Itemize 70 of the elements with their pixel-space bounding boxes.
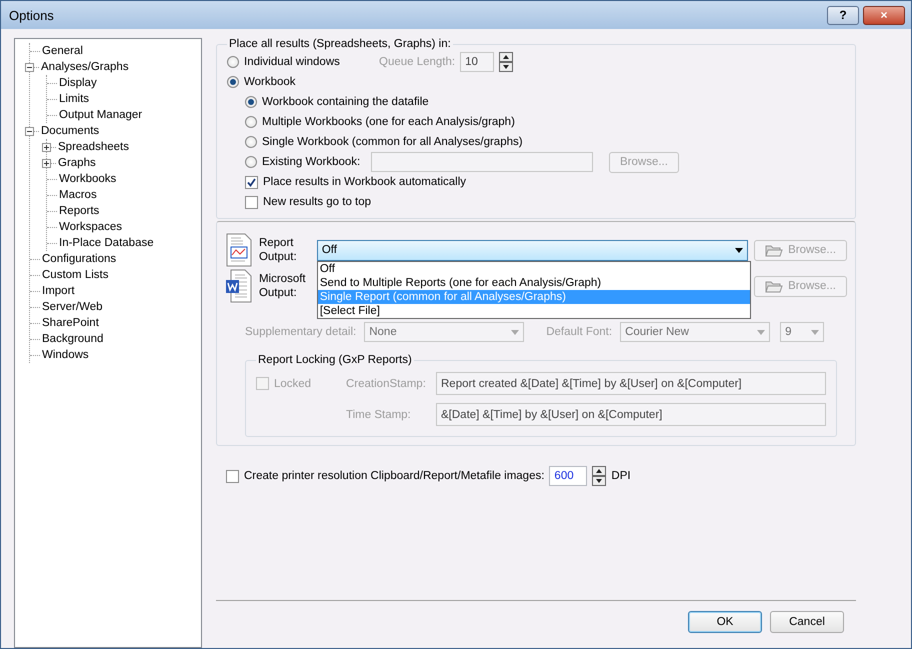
- word-output-label: Microsoft Output:: [258, 272, 307, 300]
- checkbox-label: Place results in Workbook automatically: [263, 176, 466, 188]
- queue-length-label: Queue Length:: [379, 56, 456, 68]
- caret-icon: [811, 330, 820, 334]
- checkbox[interactable]: [245, 176, 258, 188]
- caret-icon: [757, 330, 766, 334]
- caret-icon: [735, 248, 744, 252]
- tree-item[interactable]: Limits: [57, 93, 92, 105]
- group-title: Place all results (Spreadsheets, Graphs) in:: [228, 38, 452, 50]
- group-title: Report Locking (GxP Reports): [257, 354, 413, 366]
- checkbox-label: New results go to top: [263, 196, 372, 208]
- creation-stamp-label: CreationStamp:: [346, 378, 427, 390]
- tree-item[interactable]: Graphs: [56, 157, 98, 169]
- radio-label: Workbook: [244, 76, 296, 88]
- tree-item[interactable]: Custom Lists: [40, 269, 110, 281]
- radio-label: Single Workbook (common for all Analyses/graphs): [262, 136, 523, 148]
- radio-button[interactable]: [245, 96, 257, 108]
- folder-icon: [765, 279, 784, 293]
- radio-button[interactable]: [227, 56, 239, 68]
- radio-label: Existing Workbook:: [262, 156, 362, 168]
- radio-button[interactable]: [227, 76, 239, 88]
- checkbox[interactable]: [245, 196, 258, 208]
- tree-item[interactable]: Import: [40, 285, 77, 297]
- checkbox-label: Locked: [274, 378, 312, 390]
- tree-item[interactable]: Server/Web: [40, 301, 105, 313]
- dropdown-option[interactable]: Send to Multiple Reports (one for each Analysis/Graph): [318, 276, 750, 290]
- word-document-icon: [225, 269, 253, 303]
- tree-item[interactable]: Output Manager: [57, 109, 144, 121]
- tree-item[interactable]: General: [40, 45, 85, 57]
- cancel-button[interactable]: Cancel: [770, 611, 844, 633]
- tree-item[interactable]: Analyses/Graphs: [39, 61, 131, 73]
- dropdown-option[interactable]: Off: [318, 262, 750, 276]
- tree-item[interactable]: Windows: [40, 349, 91, 361]
- collapse-toggle-icon[interactable]: [25, 126, 34, 136]
- radio-button[interactable]: [245, 116, 257, 128]
- expand-toggle-icon[interactable]: [42, 142, 51, 152]
- radio-button[interactable]: [245, 136, 257, 148]
- window-title: Options: [9, 8, 55, 22]
- ok-button[interactable]: OK: [688, 611, 762, 633]
- dpi-field[interactable]: 600: [549, 466, 588, 486]
- supplementary-detail-label: Supplementary detail:: [245, 326, 356, 338]
- dropdown-option[interactable]: [Select File]: [318, 304, 750, 318]
- tree-item[interactable]: Workspaces: [57, 221, 124, 233]
- caret-icon: [511, 330, 520, 334]
- checkbox-label: Create printer resolution Clipboard/Report/Metafile images:: [244, 470, 544, 482]
- tree-item[interactable]: Spreadsheets: [56, 141, 131, 153]
- radio-label: Individual windows: [244, 56, 341, 68]
- report-document-icon: [225, 233, 253, 267]
- tree-item[interactable]: Reports: [57, 205, 102, 217]
- collapse-toggle-icon[interactable]: [25, 62, 34, 72]
- tree-item[interactable]: Workbooks: [57, 173, 118, 185]
- tree-item[interactable]: Configurations: [40, 253, 118, 265]
- tree-item[interactable]: Display: [57, 77, 99, 89]
- default-font-label: Default Font:: [546, 326, 612, 338]
- spinner-arrows-icon[interactable]: [592, 466, 606, 486]
- checkbox[interactable]: [226, 470, 239, 482]
- radio-label: Multiple Workbooks (one for each Analysis/graph): [262, 116, 515, 128]
- time-stamp-label: Time Stamp:: [346, 408, 412, 420]
- tree-item[interactable]: Documents: [39, 125, 102, 137]
- help-button[interactable]: ?: [827, 6, 859, 24]
- tree-item[interactable]: Macros: [57, 189, 99, 201]
- dpi-unit-label: DPI: [611, 470, 631, 482]
- expand-toggle-icon[interactable]: [42, 158, 51, 168]
- tree-item[interactable]: SharePoint: [40, 317, 101, 329]
- tree-item[interactable]: In-Place Database: [57, 237, 156, 249]
- spinner-arrows-icon[interactable]: [499, 52, 514, 72]
- tree-item[interactable]: Background: [40, 333, 106, 345]
- folder-icon: [765, 243, 784, 257]
- radio-label: Workbook containing the datafile: [262, 96, 429, 108]
- report-output-label: Report Output:: [258, 236, 298, 264]
